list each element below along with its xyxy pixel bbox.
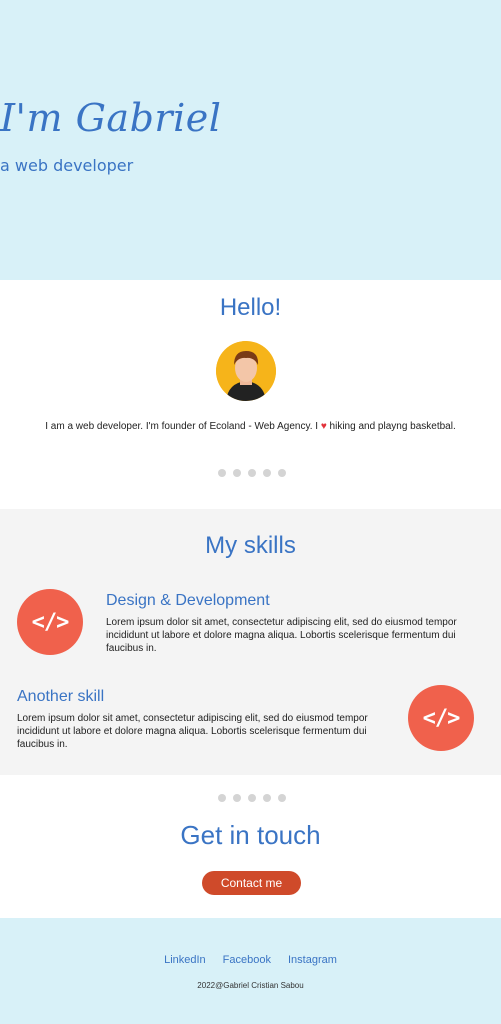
code-icon: </> [17, 589, 83, 655]
hello-title: Hello! [219, 294, 282, 321]
contact-title: Get in touch [180, 820, 321, 850]
carousel-dot[interactable] [248, 794, 256, 802]
skill-description-design: Lorem ipsum dolor sit amet, consectetur … [106, 617, 457, 654]
hero-subtitle: a web developer [0, 156, 134, 175]
skill-description-another: Lorem ipsum dolor sit amet, consectetur … [17, 713, 368, 750]
carousel-dots [218, 794, 286, 802]
carousel-dot[interactable] [278, 469, 286, 477]
footer-link-instagram[interactable]: Instagram [288, 954, 337, 966]
skill-title-design: Design & Development [106, 592, 270, 609]
carousel-dot[interactable] [218, 469, 226, 477]
copyright-text: 2022@Gabriel Cristian Sabou [197, 981, 304, 990]
intro-text-before: I am a web developer. I'm founder of Eco… [45, 421, 321, 432]
footer-link-facebook[interactable]: Facebook [223, 954, 271, 966]
code-icon: </> [408, 685, 474, 751]
hero-section [0, 0, 501, 280]
intro-text-after: hiking and playng basketbal. [326, 421, 456, 432]
footer [0, 918, 501, 1024]
carousel-dot[interactable] [278, 794, 286, 802]
intro-text: I am a web developer. I'm founder of Eco… [0, 421, 501, 432]
footer-links: LinkedIn Facebook Instagram [0, 954, 501, 966]
carousel-dot[interactable] [263, 794, 271, 802]
carousel-dot[interactable] [233, 469, 241, 477]
skills-title: My skills [205, 532, 296, 559]
avatar-icon [216, 341, 276, 401]
carousel-dots [218, 469, 286, 477]
hero-title: I'm Gabriel [0, 96, 222, 140]
carousel-dot[interactable] [263, 469, 271, 477]
footer-link-linkedin[interactable]: LinkedIn [164, 954, 206, 966]
carousel-dot[interactable] [233, 794, 241, 802]
skill-title-another: Another skill [17, 688, 105, 705]
carousel-dot[interactable] [248, 469, 256, 477]
carousel-dot[interactable] [218, 794, 226, 802]
contact-button[interactable]: Contact me [202, 871, 301, 895]
